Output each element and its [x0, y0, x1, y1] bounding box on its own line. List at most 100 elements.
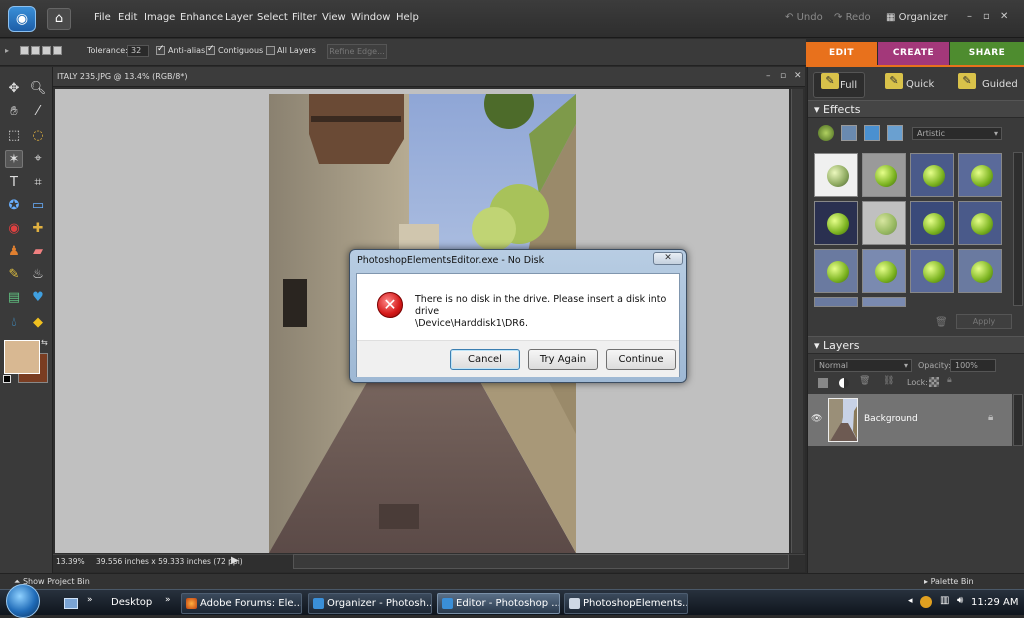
doc-restore-icon[interactable]: ▫: [780, 71, 786, 81]
lock-transparency-icon[interactable]: [929, 377, 939, 387]
palette-bin-button[interactable]: ▸ Palette Bin: [924, 577, 974, 586]
elements-logo-icon[interactable]: ◉: [8, 6, 36, 32]
menu-edit[interactable]: Edit: [118, 12, 137, 23]
task-editor[interactable]: Editor - Photoshop ...: [437, 593, 560, 614]
tray-expand-icon[interactable]: ◂: [908, 596, 913, 606]
undo-button[interactable]: ↶ Undo: [785, 12, 823, 23]
menu-help[interactable]: Help: [396, 12, 419, 23]
opacity-input[interactable]: 100%: [950, 359, 996, 372]
paint-bucket-tool-icon[interactable]: ♨: [29, 266, 47, 284]
layers-scrollbar[interactable]: [1013, 394, 1023, 446]
healing-brush-tool-icon[interactable]: ✚: [29, 220, 47, 238]
effects-category-select[interactable]: Artistic ▾: [912, 127, 1002, 140]
continue-button[interactable]: Continue: [606, 349, 676, 370]
status-menu-arrow-icon[interactable]: ▶: [231, 555, 239, 566]
adjustment-layer-icon[interactable]: [839, 378, 849, 388]
shape-tool-icon[interactable]: ♥: [29, 289, 47, 307]
effect-thumbnail[interactable]: [814, 153, 858, 197]
sponge-tool-icon[interactable]: ◆: [29, 314, 47, 332]
effect-thumbnail[interactable]: [958, 201, 1002, 245]
new-layer-icon[interactable]: [818, 378, 828, 388]
all-layers-checkbox[interactable]: [266, 46, 275, 55]
refine-edge-button[interactable]: Refine Edge...: [327, 44, 387, 59]
eraser-tool-icon[interactable]: ▰: [29, 243, 47, 261]
apply-button[interactable]: Apply: [956, 314, 1012, 329]
type-tool-icon[interactable]: T: [5, 174, 23, 192]
menu-window[interactable]: Window: [351, 12, 390, 23]
effects-scrollbar[interactable]: [1013, 152, 1023, 306]
trash-icon[interactable]: 🗑︎: [935, 317, 948, 328]
maximize-icon[interactable]: ▫: [983, 11, 990, 22]
effect-thumbnail[interactable]: [814, 297, 858, 307]
network-icon[interactable]: ▥: [940, 595, 949, 606]
tab-edit[interactable]: EDIT: [806, 42, 877, 65]
try-again-button[interactable]: Try Again: [528, 349, 598, 370]
effect-thumbnail[interactable]: [910, 153, 954, 197]
brush-tool-icon[interactable]: ✎: [5, 266, 23, 284]
organizer-button[interactable]: ▦ Organizer: [886, 12, 948, 23]
anti-alias-checkbox[interactable]: [156, 44, 165, 55]
task-firefox[interactable]: Adobe Forums: Ele...: [181, 593, 302, 614]
layer-row-background[interactable]: 👁︎ Background 🔒︎: [808, 394, 1012, 446]
doc-close-icon[interactable]: ✕: [794, 71, 802, 81]
selection-mode-icons[interactable]: [20, 46, 70, 58]
cookie-cutter-tool-icon[interactable]: ✪: [5, 197, 23, 215]
clone-stamp-tool-icon[interactable]: ♟: [5, 243, 23, 261]
zoom-level[interactable]: 13.39%: [56, 557, 85, 566]
move-tool-icon[interactable]: ✥: [5, 80, 23, 98]
doc-minimize-icon[interactable]: –: [766, 71, 771, 81]
tab-create[interactable]: CREATE: [878, 42, 949, 65]
red-eye-tool-icon[interactable]: ◉: [5, 220, 23, 238]
volume-icon[interactable]: 🔊︎: [957, 595, 963, 606]
effect-thumbnail[interactable]: [862, 297, 906, 307]
effect-thumbnail[interactable]: [910, 201, 954, 245]
menu-select[interactable]: Select: [257, 12, 288, 23]
effect-thumbnail[interactable]: [814, 201, 858, 245]
minimize-icon[interactable]: –: [967, 11, 972, 22]
straighten-tool-icon[interactable]: ▭: [29, 197, 47, 215]
task-dialog[interactable]: PhotoshopElements...: [564, 593, 688, 614]
zoom-tool-icon[interactable]: 🔍︎: [29, 80, 47, 98]
effect-thumbnail[interactable]: [958, 153, 1002, 197]
toolbar-chevron-icon[interactable]: »: [165, 595, 171, 605]
desktop-toolbar[interactable]: Desktop: [111, 597, 152, 608]
quick-selection-tool-icon[interactable]: ⌖: [29, 150, 47, 168]
show-desktop-icon[interactable]: [64, 598, 78, 609]
redo-button[interactable]: ↷ Redo: [834, 12, 871, 23]
tolerance-input[interactable]: 32: [127, 45, 149, 57]
foreground-color-swatch[interactable]: [4, 340, 40, 374]
show-all-icon[interactable]: [887, 125, 903, 141]
lasso-tool-icon[interactable]: ◌: [29, 127, 47, 145]
link-layers-icon[interactable]: ⛓︎: [883, 376, 894, 386]
task-organizer[interactable]: Organizer - Photosh...: [308, 593, 432, 614]
blend-mode-select[interactable]: Normal ▾: [814, 359, 912, 372]
cancel-button[interactable]: Cancel: [450, 349, 520, 370]
horizontal-scrollbar[interactable]: [293, 554, 789, 569]
effect-thumbnail[interactable]: [862, 249, 906, 293]
lock-all-icon[interactable]: 🔒︎: [947, 375, 952, 385]
clock[interactable]: 11:29 AM: [971, 597, 1018, 608]
magic-wand-tool-icon[interactable]: ✶: [5, 150, 23, 168]
marquee-tool-icon[interactable]: ⬚: [5, 127, 23, 145]
home-icon[interactable]: ⌂: [47, 8, 71, 30]
start-button[interactable]: [6, 584, 40, 618]
menu-layer[interactable]: Layer: [225, 12, 253, 23]
close-icon[interactable]: ✕: [1000, 11, 1008, 22]
effect-thumbnail[interactable]: [910, 249, 954, 293]
menu-image[interactable]: Image: [144, 12, 175, 23]
effect-thumbnail[interactable]: [862, 153, 906, 197]
vertical-scrollbar[interactable]: [791, 89, 803, 553]
tray-app-icon[interactable]: [920, 596, 932, 608]
effect-thumbnail[interactable]: [958, 249, 1002, 293]
effects-panel-header[interactable]: ▾ Effects: [808, 100, 1024, 118]
photo-effects-icon[interactable]: [864, 125, 880, 141]
crop-tool-icon[interactable]: ⌗: [29, 174, 47, 192]
swap-colors-icon[interactable]: ⇆: [41, 338, 48, 347]
default-colors-icon[interactable]: [3, 375, 11, 383]
hand-tool-icon[interactable]: ✋︎: [5, 103, 23, 121]
eye-icon[interactable]: 👁︎: [811, 414, 822, 424]
quicklaunch-chevron-icon[interactable]: »: [87, 595, 93, 605]
menu-view[interactable]: View: [322, 12, 346, 23]
menu-enhance[interactable]: Enhance: [180, 12, 223, 23]
dialog-close-button[interactable]: ✕: [653, 252, 683, 265]
